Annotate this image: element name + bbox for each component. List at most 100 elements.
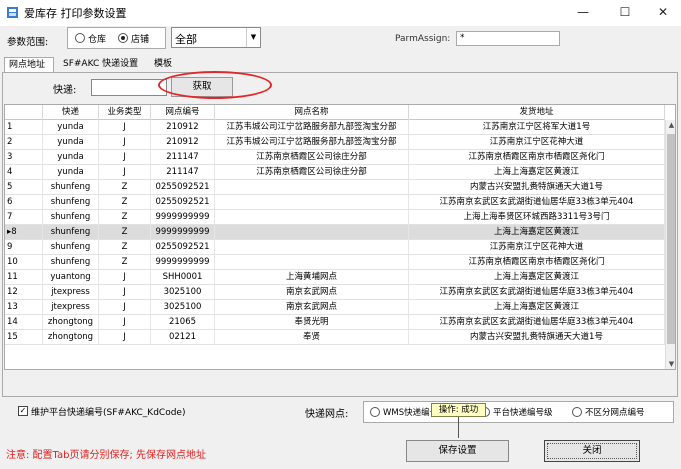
table-row[interactable]: 12 jtexpress J 3025100 南京玄武网点 江苏南京玄武区玄武湖街道仙居华…: [5, 285, 665, 300]
scope-radio-store[interactable]: [118, 33, 128, 43]
cell-index[interactable]: 9: [5, 240, 43, 254]
cell-index[interactable]: 12: [5, 285, 43, 299]
cell-type[interactable]: Z: [99, 210, 151, 224]
cell-index[interactable]: 2: [5, 135, 43, 149]
table-row[interactable]: 1 yunda J 210912 江苏韦城公司江宁岔路服务部九部签淘宝分部 江苏南京江宁区…: [5, 120, 665, 135]
table-row[interactable]: 5 shunfeng Z 0255092521 内蒙古兴安盟扎赉特旗通天大道1号: [5, 180, 665, 195]
cell-index[interactable]: 6: [5, 195, 43, 209]
col-header-address[interactable]: 发货地址: [409, 105, 665, 120]
cell-address[interactable]: 内蒙古兴安盟扎赉特旗通天大道1号: [409, 180, 665, 194]
cell-code[interactable]: 3025100: [151, 300, 215, 314]
cell-name[interactable]: 奉贤: [215, 330, 409, 344]
cell-type[interactable]: J: [99, 315, 151, 329]
cell-name[interactable]: 江苏南京栖霞区公司徐庄分部: [215, 165, 409, 179]
cell-express[interactable]: yunda: [43, 120, 99, 134]
cell-express[interactable]: zhongtong: [43, 330, 99, 344]
cell-address[interactable]: 上海上海奉贤区环城西路3311号3号门: [409, 210, 665, 224]
cell-name[interactable]: 南京玄武网点: [215, 300, 409, 314]
cell-type[interactable]: J: [99, 330, 151, 344]
table-row[interactable]: 11 yuantong J SHH0001 上海黄埔网点 上海上海嘉定区黄渡江: [5, 270, 665, 285]
scope-radio-warehouse[interactable]: [75, 33, 85, 43]
table-row[interactable]: 13 jtexpress J 3025100 南京玄武网点 上海上海嘉定区黄渡江: [5, 300, 665, 315]
cell-name[interactable]: 上海黄埔网点: [215, 270, 409, 284]
cell-type[interactable]: Z: [99, 225, 151, 239]
cell-type[interactable]: Z: [99, 255, 151, 269]
scroll-up-icon[interactable]: ▲: [666, 120, 675, 131]
col-header-code[interactable]: 网点编号: [151, 105, 215, 120]
cell-index[interactable]: 15: [5, 330, 43, 344]
cell-index[interactable]: 1: [5, 120, 43, 134]
cell-express[interactable]: shunfeng: [43, 180, 99, 194]
cell-index[interactable]: 7: [5, 210, 43, 224]
cell-name[interactable]: [215, 225, 409, 239]
cell-code[interactable]: 211147: [151, 165, 215, 179]
cell-name[interactable]: 南京玄武网点: [215, 285, 409, 299]
vertical-scrollbar[interactable]: ▲ ▼: [665, 120, 675, 369]
cell-address[interactable]: 上海上海嘉定区黄渡江: [409, 225, 665, 239]
cell-index[interactable]: 10: [5, 255, 43, 269]
cell-type[interactable]: J: [99, 120, 151, 134]
cell-address[interactable]: 江苏南京玄武区玄武湖街道仙居华庭33栋3单元404: [409, 285, 665, 299]
cell-name[interactable]: 江苏韦城公司江宁岔路服务部九部签淘宝分部: [215, 135, 409, 149]
cell-express[interactable]: yuantong: [43, 270, 99, 284]
cell-express[interactable]: yunda: [43, 165, 99, 179]
cell-code[interactable]: 9999999999: [151, 210, 215, 224]
cell-index[interactable]: 13: [5, 300, 43, 314]
cell-type[interactable]: J: [99, 135, 151, 149]
cell-express[interactable]: zhongtong: [43, 315, 99, 329]
cell-type[interactable]: Z: [99, 195, 151, 209]
cell-index[interactable]: 4: [5, 165, 43, 179]
cell-address[interactable]: 江苏南京栖霞区南京市栖霞区尧化门: [409, 150, 665, 164]
cell-type[interactable]: J: [99, 300, 151, 314]
cell-code[interactable]: 0255092521: [151, 195, 215, 209]
cell-code[interactable]: SHH0001: [151, 270, 215, 284]
cell-index[interactable]: 3: [5, 150, 43, 164]
tab-sf-express-settings[interactable]: SF#AKC 快递设置: [59, 57, 142, 73]
cell-name[interactable]: [215, 195, 409, 209]
cell-name[interactable]: [215, 255, 409, 269]
cell-type[interactable]: Z: [99, 240, 151, 254]
table-row[interactable]: 2 yunda J 210912 江苏韦城公司江宁岔路服务部九部签淘宝分部 江苏南京江宁区…: [5, 135, 665, 150]
cell-type[interactable]: J: [99, 270, 151, 284]
table-row[interactable]: ▸8 shunfeng Z 9999999999 上海上海嘉定区黄渡江: [5, 225, 665, 240]
cell-code[interactable]: 210912: [151, 120, 215, 134]
cell-code[interactable]: 21065: [151, 315, 215, 329]
scroll-thumb[interactable]: [667, 134, 675, 344]
col-header-type[interactable]: 业务类型: [99, 105, 151, 120]
cell-type[interactable]: J: [99, 165, 151, 179]
col-header-express[interactable]: 快递: [43, 105, 99, 120]
cell-address[interactable]: 上海上海嘉定区黄渡江: [409, 300, 665, 314]
cell-name[interactable]: [215, 240, 409, 254]
col-header-name[interactable]: 网点名称: [215, 105, 409, 120]
cell-express[interactable]: shunfeng: [43, 225, 99, 239]
cell-name[interactable]: [215, 210, 409, 224]
cell-code[interactable]: 210912: [151, 135, 215, 149]
cell-express[interactable]: shunfeng: [43, 255, 99, 269]
cell-express[interactable]: yunda: [43, 135, 99, 149]
cell-name[interactable]: 奉贤光明: [215, 315, 409, 329]
cell-code[interactable]: 211147: [151, 150, 215, 164]
table-row[interactable]: 3 yunda J 211147 江苏南京栖霞区公司徐庄分部 江苏南京栖霞区南京市栖霞区尧…: [5, 150, 665, 165]
cell-name[interactable]: [215, 180, 409, 194]
tab-template[interactable]: 模板: [150, 57, 176, 73]
cell-index[interactable]: ▸8: [5, 225, 43, 239]
cell-address[interactable]: 上海上海嘉定区黄渡江: [409, 165, 665, 179]
table-row[interactable]: 14 zhongtong J 21065 奉贤光明 江苏南京玄武区玄武湖街道仙居华庭33栋…: [5, 315, 665, 330]
cell-address[interactable]: 江苏南京江宁区花神大道: [409, 240, 665, 254]
cell-type[interactable]: Z: [99, 180, 151, 194]
netpoint-radio-none[interactable]: [572, 407, 582, 417]
table-row[interactable]: 7 shunfeng Z 9999999999 上海上海奉贤区环城西路3311号3号门: [5, 210, 665, 225]
cell-name[interactable]: 江苏韦城公司江宁岔路服务部九部签淘宝分部: [215, 120, 409, 134]
close-button[interactable]: 关闭: [544, 440, 640, 462]
parm-assign-field[interactable]: *: [456, 31, 560, 46]
cell-code[interactable]: 02121: [151, 330, 215, 344]
save-settings-button[interactable]: 保存设置: [406, 440, 509, 462]
cell-type[interactable]: J: [99, 150, 151, 164]
table-row[interactable]: 4 yunda J 211147 江苏南京栖霞区公司徐庄分部 上海上海嘉定区黄渡江: [5, 165, 665, 180]
close-window-button[interactable]: ✕: [646, 0, 680, 26]
express-input[interactable]: [91, 79, 167, 96]
cell-express[interactable]: yunda: [43, 150, 99, 164]
netpoint-radio-wms[interactable]: [370, 407, 380, 417]
col-header-index[interactable]: [5, 105, 43, 120]
table-row[interactable]: 15 zhongtong J 02121 奉贤 内蒙古兴安盟扎赉特旗通天大道1号: [5, 330, 665, 345]
